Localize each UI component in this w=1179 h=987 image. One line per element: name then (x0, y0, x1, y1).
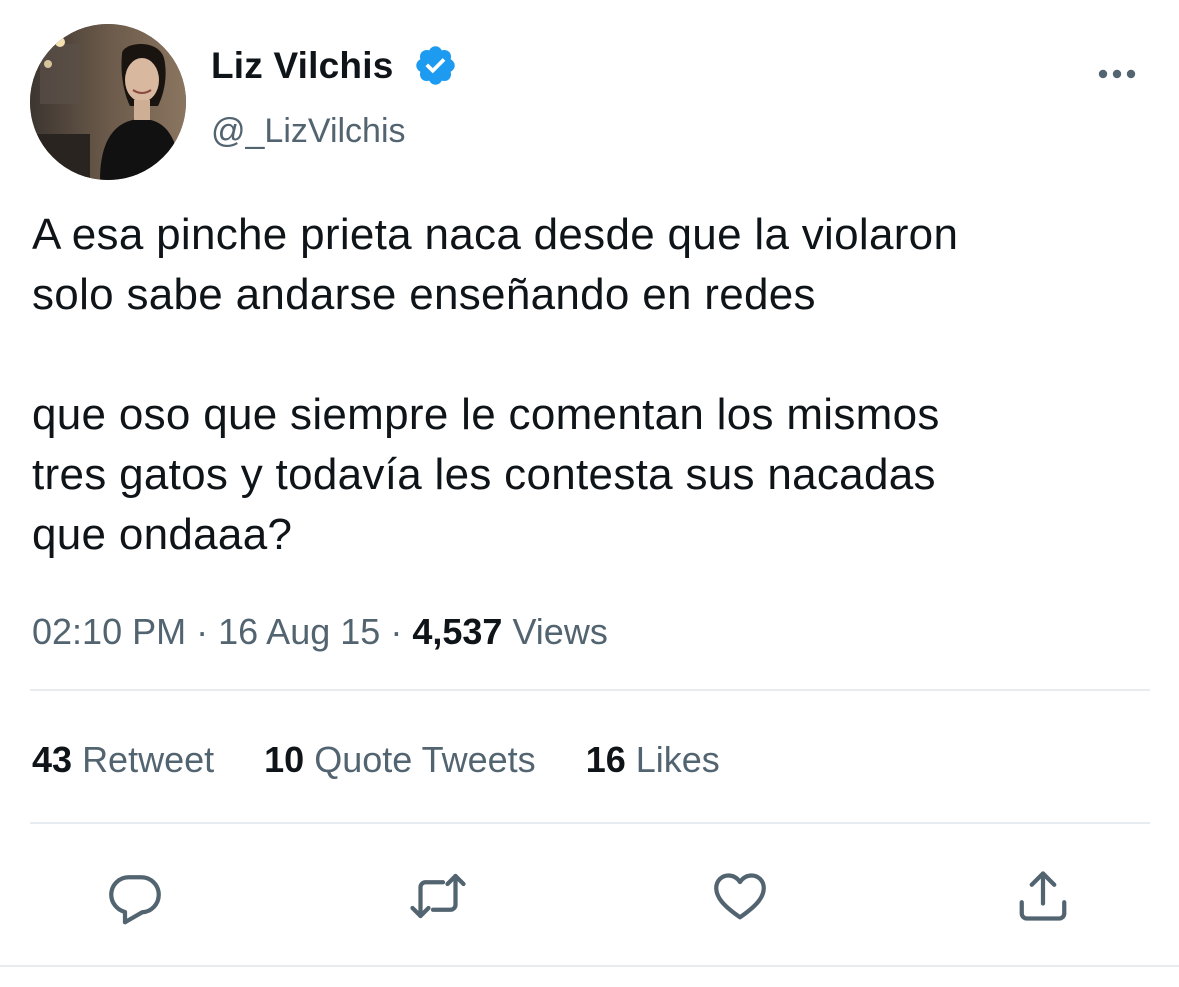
display-name[interactable]: Liz Vilchis (211, 44, 393, 88)
likes-count: 16 (585, 739, 626, 780)
tweet-date[interactable]: 16 Aug 15 (218, 611, 380, 652)
user-handle[interactable]: @_LizVilchis (211, 110, 406, 152)
avatar[interactable] (30, 24, 186, 180)
retweet-stat[interactable]: 43 Retweet (32, 736, 214, 784)
more-horizontal-icon[interactable] (1096, 66, 1138, 82)
retweet-count: 43 (32, 739, 73, 780)
retweet-icon (410, 873, 466, 919)
divider (30, 689, 1150, 691)
quote-label: Quote Tweets (314, 739, 536, 780)
divider (30, 822, 1150, 824)
retweet-label: Retweet (82, 739, 215, 780)
share-icon (1019, 871, 1067, 921)
tweet-stats: 43 Retweet 10 Quote Tweets 16 Likes (32, 736, 760, 784)
share-button[interactable] (1013, 866, 1073, 926)
likes-label: Likes (635, 739, 720, 780)
heart-icon (714, 873, 766, 920)
tweet-line: solo sabe andarse enseñando en redes (32, 270, 816, 319)
tweet-meta: 02:10 PM · 16 Aug 15 · 4,537 Views (32, 608, 608, 656)
views-label: Views (512, 611, 608, 652)
verified-badge-icon (416, 46, 455, 85)
meta-separator: · (196, 611, 209, 652)
reply-icon (109, 875, 161, 925)
like-button[interactable] (710, 866, 770, 926)
meta-separator: · (390, 611, 403, 652)
divider (0, 965, 1179, 967)
tweet-time[interactable]: 02:10 PM (32, 611, 186, 652)
likes-stat[interactable]: 16 Likes (586, 736, 720, 784)
views-count: 4,537 (412, 611, 503, 652)
retweet-button[interactable] (408, 866, 468, 926)
tweet-line: que ondaaa? (32, 510, 293, 559)
tweet-line: A esa pinche prieta naca desde que la vi… (32, 210, 959, 259)
tweet-line-gap (32, 325, 1162, 385)
tweet-line: que oso que siempre le comentan los mism… (32, 390, 940, 439)
quote-count: 10 (264, 739, 305, 780)
avatar-photo (30, 24, 186, 180)
reply-button[interactable] (105, 866, 165, 926)
tweet-text: A esa pinche prieta naca desde que la vi… (32, 205, 1162, 565)
tweet-line: tres gatos y todavía les contesta sus na… (32, 450, 936, 499)
quote-stat[interactable]: 10 Quote Tweets (264, 736, 536, 784)
